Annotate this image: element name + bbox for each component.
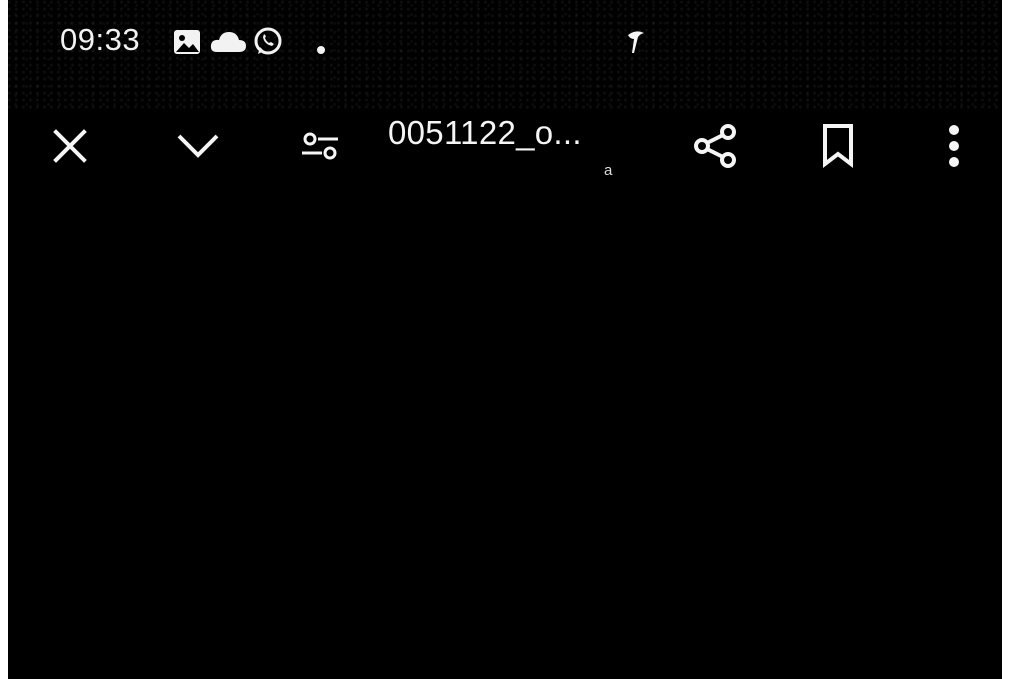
phone-screen: 09:33 0051122_o... a: [8, 0, 1002, 679]
collapse-button[interactable]: [168, 116, 228, 176]
bookmark-icon: [823, 124, 853, 169]
more-options-button[interactable]: [924, 116, 984, 176]
whatsapp-icon: [254, 27, 282, 55]
status-time: 09:33: [60, 22, 141, 57]
bookmark-button[interactable]: [808, 116, 868, 176]
notification-dot-icon: [317, 46, 325, 54]
close-button[interactable]: [40, 116, 100, 176]
share-icon: [694, 124, 736, 168]
document-title[interactable]: 0051122_o...: [388, 114, 582, 152]
document-subtitle: a: [604, 162, 613, 179]
filter-settings-icon: [302, 132, 338, 160]
status-bar: 09:33: [8, 0, 1002, 90]
share-button[interactable]: [686, 116, 746, 176]
close-icon: [53, 129, 87, 163]
bird-logo-icon: [628, 31, 644, 53]
document-toolbar: 0051122_o... a: [8, 100, 1002, 210]
document-viewer-area[interactable]: [8, 210, 1002, 679]
more-vert-icon: [949, 125, 959, 167]
gallery-icon: [174, 30, 200, 54]
cloud-icon: [210, 32, 246, 52]
chevron-down-icon: [177, 134, 219, 158]
filter-settings-button[interactable]: [290, 116, 350, 176]
